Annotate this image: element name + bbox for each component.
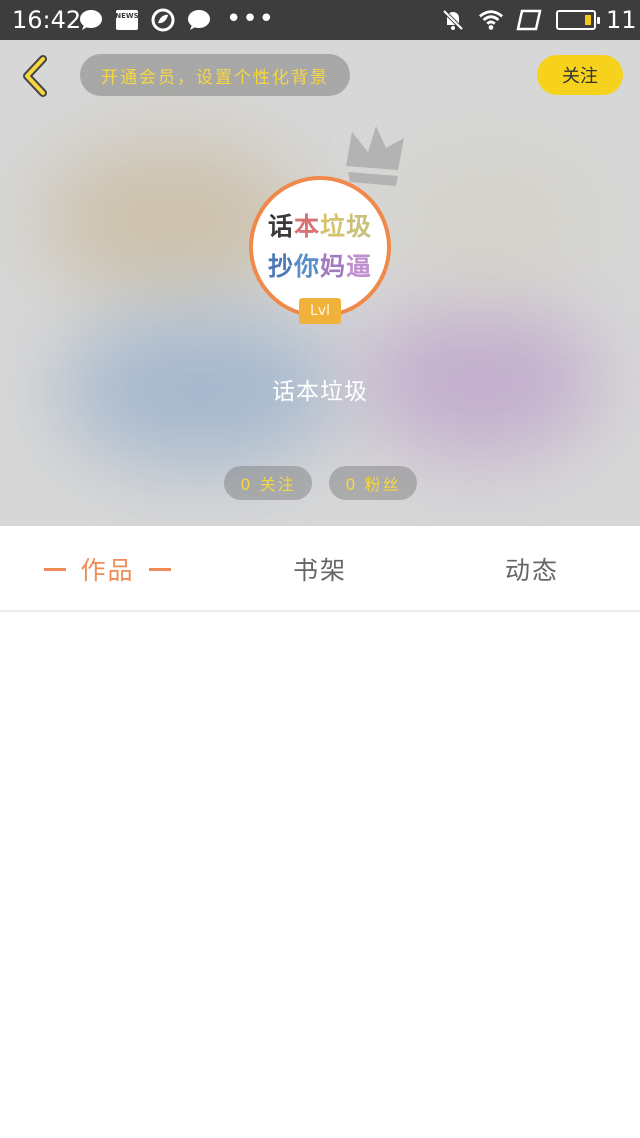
status-time: 16:42 xyxy=(12,6,82,34)
back-button[interactable] xyxy=(14,54,54,98)
username: 话本垃圾 xyxy=(272,379,368,405)
tab-activity[interactable]: 动态 xyxy=(462,526,602,612)
battery-icon xyxy=(556,10,600,30)
level-badge: Lvl xyxy=(299,298,341,324)
chat-bubble-icon xyxy=(186,8,212,32)
tab-works[interactable]: 作品 xyxy=(30,526,185,612)
fans-count-button[interactable]: 0 粉丝 xyxy=(329,466,417,500)
mute-icon xyxy=(440,8,466,32)
tab-activity-label: 动态 xyxy=(504,556,559,585)
avatar-text-line-2: 抄你妈逼 xyxy=(267,252,373,281)
battery-level: 11 xyxy=(606,6,637,34)
leaf-icon xyxy=(150,8,176,32)
tab-works-label: 作品 xyxy=(80,556,135,585)
profile-header: 开通会员，设置个性化背景 关注 话本垃圾 抄你妈逼 Lvl 话本垃圾 0 关注 … xyxy=(0,40,640,526)
avatar[interactable]: 话本垃圾 抄你妈逼 xyxy=(249,176,391,318)
chat-bubble-icon xyxy=(78,8,104,32)
more-dots-icon: ••• xyxy=(226,4,276,34)
follow-button[interactable]: 关注 xyxy=(537,55,623,95)
news-icon: NEWS xyxy=(114,8,140,32)
tab-bookshelf[interactable]: 书架 xyxy=(250,526,390,612)
profile-tabs: 作品 书架 动态 xyxy=(0,526,640,612)
battery-fill xyxy=(585,15,591,25)
tab-active-indicator-right xyxy=(148,567,171,571)
tab-active-indicator-left xyxy=(44,567,67,571)
screen-rotate-icon xyxy=(516,8,542,32)
chevron-left-icon xyxy=(23,55,47,97)
profile-page: 16:42 NEWS ••• 11 开通会员，设置个性化背景 关注 话本垃圾 抄… xyxy=(0,0,640,1138)
avatar-text-line-1: 话本垃圾 xyxy=(267,212,373,241)
tab-bookshelf-label: 书架 xyxy=(292,556,347,585)
following-count-button[interactable]: 0 关注 xyxy=(224,466,312,500)
wifi-icon xyxy=(478,8,504,32)
vip-background-banner[interactable]: 开通会员，设置个性化背景 xyxy=(80,54,350,96)
tab-content-area xyxy=(0,614,640,1138)
news-label: NEWS xyxy=(115,10,139,30)
status-bar: 16:42 NEWS ••• 11 xyxy=(0,0,640,40)
